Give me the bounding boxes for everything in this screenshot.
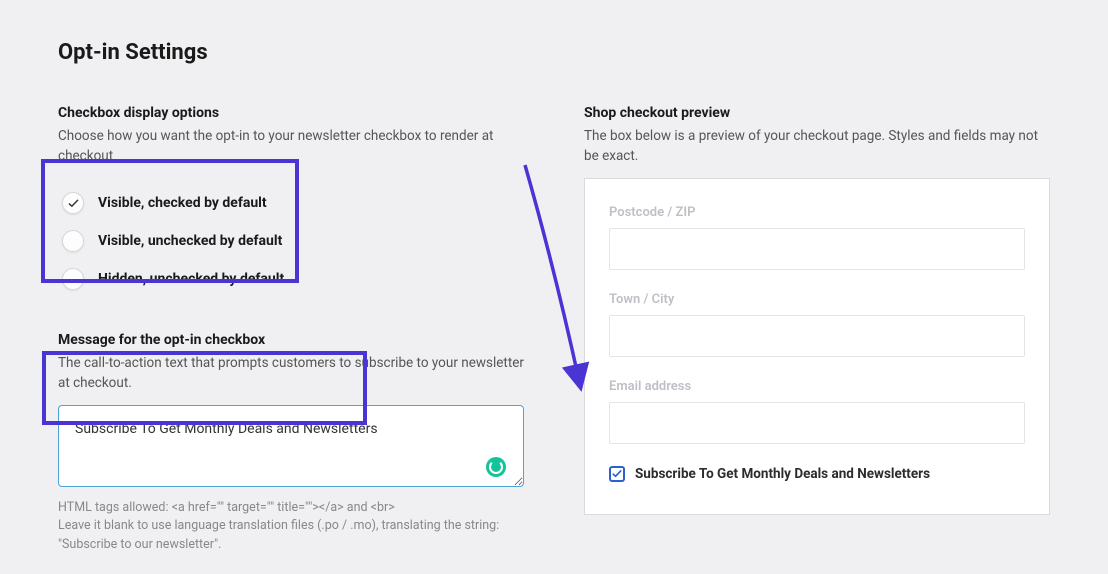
message-desc: The call-to-action text that prompts cus… xyxy=(58,354,524,393)
radio-label: Hidden, unchecked by default xyxy=(98,271,284,287)
radio-label: Visible, checked by default xyxy=(98,195,267,211)
radio-visible-checked[interactable]: Visible, checked by default xyxy=(58,184,524,222)
preview-input-email xyxy=(609,402,1025,444)
preview-desc: The box below is a preview of your check… xyxy=(584,127,1050,166)
radio-icon xyxy=(62,268,84,290)
optin-message-input[interactable] xyxy=(58,405,524,487)
radio-hidden-unchecked[interactable]: Hidden, unchecked by default xyxy=(58,260,524,298)
checkout-preview: Postcode / ZIP Town / City Email address… xyxy=(584,178,1050,515)
radio-label: Visible, unchecked by default xyxy=(98,233,282,249)
checkbox-checked-icon xyxy=(609,466,625,482)
preview-title: Shop checkout preview xyxy=(584,105,1050,121)
preview-input-postcode xyxy=(609,228,1025,270)
message-title: Message for the opt-in checkbox xyxy=(58,332,524,348)
preview-subscribe-label: Subscribe To Get Monthly Deals and Newsl… xyxy=(635,466,930,482)
radio-icon xyxy=(62,230,84,252)
preview-label-postcode: Postcode / ZIP xyxy=(609,205,1025,220)
page-title: Opt-in Settings xyxy=(58,40,1050,65)
radio-visible-unchecked[interactable]: Visible, unchecked by default xyxy=(58,222,524,260)
checkbox-options-desc: Choose how you want the opt-in to your n… xyxy=(58,127,524,166)
checkbox-options-title: Checkbox display options xyxy=(58,105,524,121)
preview-label-email: Email address xyxy=(609,379,1025,394)
checkbox-options-group: Visible, checked by default Visible, unc… xyxy=(58,178,524,304)
preview-subscribe-row: Subscribe To Get Monthly Deals and Newsl… xyxy=(609,466,1025,482)
preview-input-town xyxy=(609,315,1025,357)
preview-label-town: Town / City xyxy=(609,292,1025,307)
message-help-text: HTML tags allowed: <a href="" target="" … xyxy=(58,499,524,553)
radio-icon xyxy=(62,192,84,214)
